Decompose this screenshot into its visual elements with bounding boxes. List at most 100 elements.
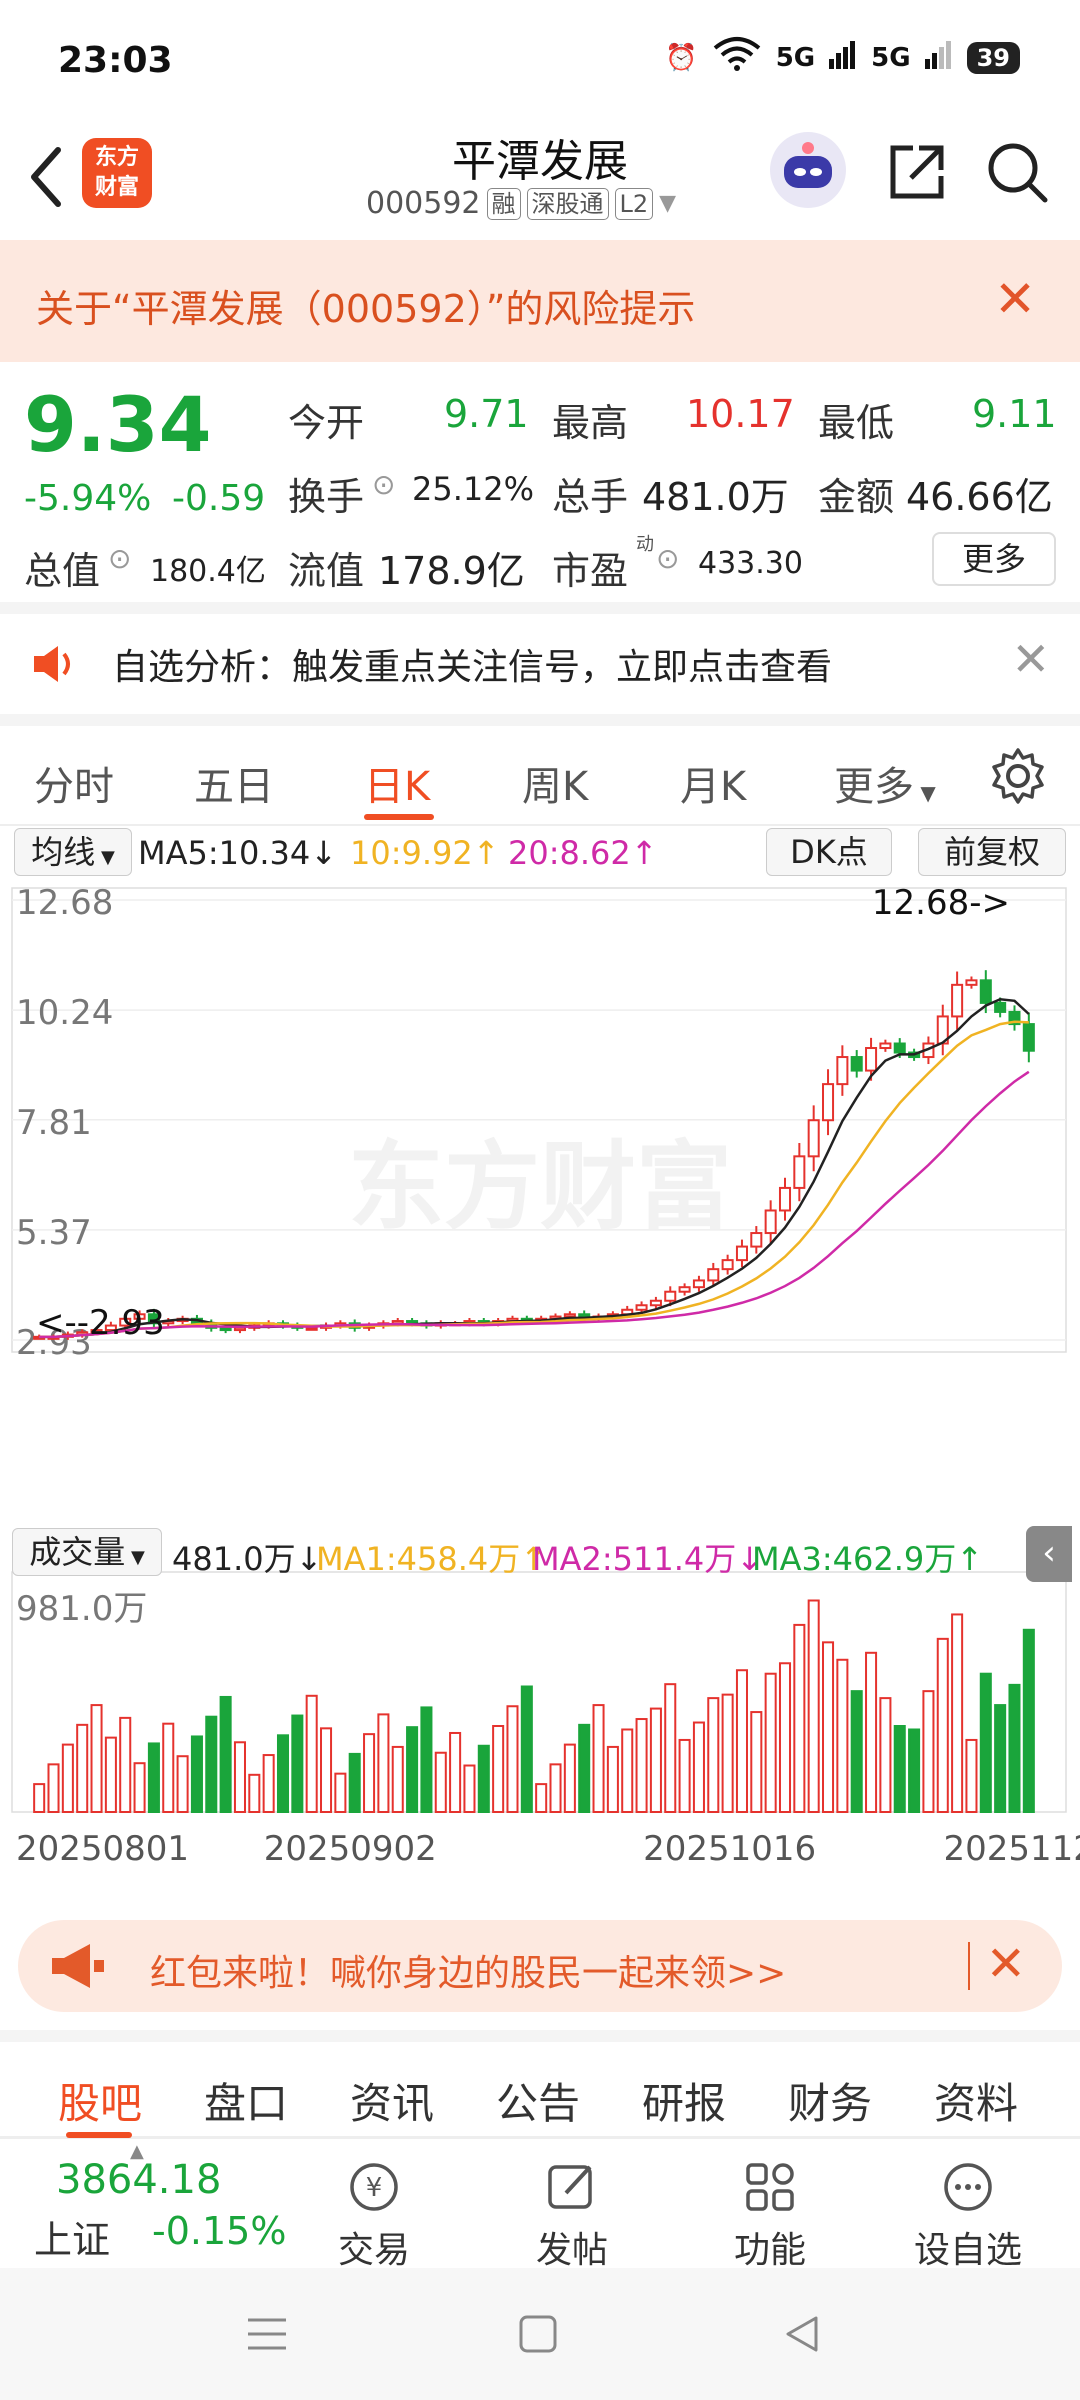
tab-intraday[interactable]: 分时: [34, 754, 114, 812]
back-nav-icon[interactable]: [782, 2314, 822, 2358]
signal-bar[interactable]: 自选分析：触发重点关注信号，立即点击查看 ✕: [0, 614, 1080, 714]
close-icon[interactable]: ✕: [994, 270, 1036, 328]
ma-selector[interactable]: 均线 ▼: [14, 828, 132, 876]
info-icon[interactable]: ⊙: [656, 542, 679, 575]
functions-button[interactable]: 功能: [710, 2159, 830, 2273]
candle-body: [979, 979, 992, 1004]
stock-code: 000592: [366, 186, 481, 221]
vol-ma3-text: MA3:462.9万: [752, 1540, 957, 1578]
cell-signal-icon-2: [924, 39, 953, 76]
volume-bar: [90, 1704, 103, 1813]
back-button[interactable]: [22, 142, 72, 212]
tab-financials[interactable]: 财务: [788, 2070, 872, 2131]
tab-five-day[interactable]: 五日: [194, 754, 274, 812]
volume-bar: [104, 1736, 117, 1813]
volume-bar: [908, 1728, 921, 1814]
candle-body: [965, 979, 978, 986]
tab-more[interactable]: 更多 ▼: [834, 754, 936, 812]
settings-gear-icon[interactable]: [988, 746, 1048, 810]
tab-profile[interactable]: 资料: [934, 2070, 1018, 2131]
volume-bar: [162, 1722, 175, 1813]
add-watchlist-label: 设自选: [913, 2230, 1022, 2271]
candle-body: [951, 983, 964, 1018]
logo-text-line2: 财富: [94, 175, 139, 200]
ai-assistant-icon[interactable]: [770, 132, 846, 208]
tab-weekly-k[interactable]: 周K: [522, 754, 588, 812]
risk-notice-text: 关于“平潭发展（000592）”的风险提示: [36, 287, 696, 331]
collapse-arrow-icon[interactable]: ‹: [1026, 1526, 1072, 1582]
info-icon[interactable]: ⊙: [108, 542, 131, 575]
candle-body: [893, 1042, 906, 1054]
volume-bar: [879, 1697, 892, 1813]
volume-bar: [807, 1599, 820, 1813]
candle-body: [793, 1155, 806, 1189]
tab-more-label: 更多: [834, 764, 914, 810]
index-name: 上证: [34, 2218, 111, 2262]
volume-bar: [750, 1711, 763, 1813]
edit-icon: [544, 2159, 600, 2215]
candle-body: [721, 1259, 734, 1271]
volume-bar: [1008, 1683, 1021, 1814]
candle-body: [678, 1286, 691, 1293]
volume-bar: [248, 1773, 261, 1814]
volume-bar: [592, 1704, 605, 1813]
volume-bar: [965, 1738, 978, 1813]
index-value: 3864.18: [56, 2157, 222, 2203]
tab-guba[interactable]: 股吧: [58, 2070, 142, 2131]
risk-notice[interactable]: 关于“平潭发展（000592）”的风险提示 ✕: [0, 240, 1080, 362]
share-icon[interactable]: [885, 140, 949, 204]
app-logo[interactable]: 东方 财富: [82, 138, 152, 208]
volume-selector[interactable]: 成交量 ▼: [12, 1528, 162, 1576]
menu-icon[interactable]: [246, 2314, 288, 2358]
adjust-button[interactable]: 前复权: [918, 828, 1066, 876]
y-tick-label: 5.37: [16, 1213, 92, 1253]
index-ticker[interactable]: ▲ 3864.18 上证 -0.15%: [0, 2139, 290, 2269]
tab-monthly-k[interactable]: 月K: [680, 754, 746, 812]
tab-research[interactable]: 研报: [642, 2070, 726, 2131]
stock-code-row[interactable]: 000592 融 深股通 L2 ▼: [366, 186, 676, 221]
volume-bar: [936, 1637, 949, 1813]
close-icon[interactable]: ✕: [1011, 632, 1050, 686]
connect-tag: 深股通: [526, 187, 609, 220]
more-button[interactable]: 更多: [932, 532, 1056, 586]
date-tick-label: 20250902: [264, 1829, 437, 1869]
functions-label: 功能: [733, 2230, 806, 2271]
tab-news[interactable]: 资讯: [350, 2070, 434, 2131]
candle-body: [707, 1268, 720, 1282]
open-label: 今开: [288, 401, 365, 445]
volume-bar: [61, 1743, 74, 1813]
volume-bar: [291, 1714, 304, 1814]
info-icon[interactable]: ⊙: [372, 468, 395, 501]
volume-bar: [219, 1695, 232, 1813]
search-icon[interactable]: [985, 140, 1049, 204]
back-arrow-icon: [31, 147, 61, 207]
volume-bar: [649, 1707, 662, 1814]
volume-bar: [994, 1704, 1007, 1813]
dk-point-button[interactable]: DK点: [766, 828, 892, 876]
ma10-value: 10:9.92↑: [350, 834, 500, 872]
trade-button[interactable]: ¥ 交易: [314, 2159, 434, 2273]
candle-body: [822, 1083, 835, 1122]
volume-bar: [764, 1672, 777, 1813]
tab-daily-k[interactable]: 日K: [364, 754, 430, 812]
volume-max-label: 981.0万: [16, 1589, 147, 1629]
add-watchlist-button[interactable]: 设自选: [908, 2159, 1028, 2273]
post-button[interactable]: 发帖: [512, 2159, 632, 2273]
stock-name: 平潭发展: [452, 136, 628, 187]
home-icon[interactable]: [518, 2314, 558, 2358]
volume-bar: [391, 1745, 404, 1813]
date-tick-label: 20250801: [16, 1829, 189, 1869]
high-value: 10.17: [686, 392, 795, 436]
tab-orderbook[interactable]: 盘口: [204, 2070, 288, 2131]
tab-announcements[interactable]: 公告: [496, 2070, 580, 2131]
watermark: 东方财富: [348, 1131, 732, 1243]
close-icon[interactable]: ✕: [986, 1936, 1026, 1992]
kline-chart[interactable]: 12.68 10.24 7.81 5.37 2.93 东方财富 12.68-> <--2.93…: [0, 880, 1080, 1900]
dropdown-triangle-icon: ▼: [95, 847, 115, 868]
volume-bar: [721, 1693, 734, 1813]
bottom-toolbar: ▲ 3864.18 上证 -0.15% ¥ 交易 发帖 功能 设自选: [0, 2138, 1080, 2271]
red-packet-banner[interactable]: 红包来啦！喊你身边的股民一起来领>> ✕: [18, 1920, 1062, 2012]
candle-body: [305, 1326, 318, 1331]
low-label: 最低: [818, 401, 895, 445]
pe-label: 市盈: [552, 549, 629, 593]
